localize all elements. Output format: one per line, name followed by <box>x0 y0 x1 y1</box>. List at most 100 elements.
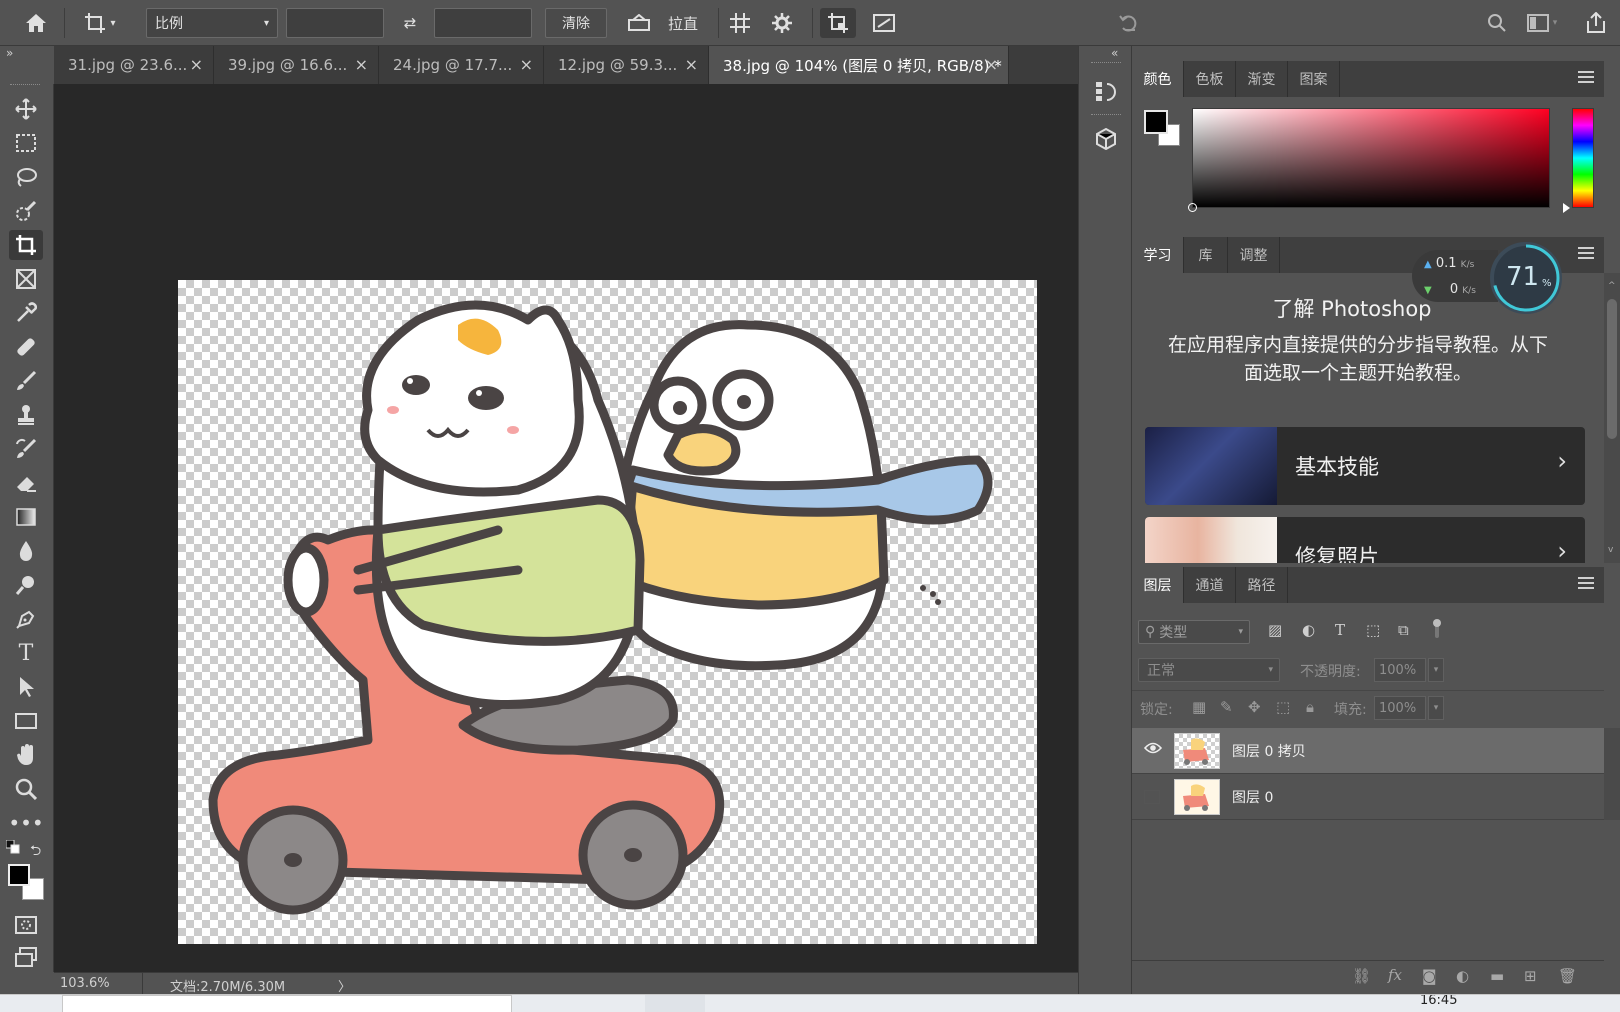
pen-tool-icon[interactable] <box>9 604 43 634</box>
opacity-field[interactable]: 100% <box>1374 658 1426 682</box>
straighten-icon[interactable] <box>622 8 656 38</box>
tab-gradients[interactable]: 渐变 <box>1236 61 1288 97</box>
tab-swatches[interactable]: 色板 <box>1184 61 1236 97</box>
taskbar-app-button[interactable] <box>645 995 705 1012</box>
lock-artboard-icon[interactable]: ⬚ <box>1276 698 1290 716</box>
lock-all-icon[interactable]: 🔒︎ <box>1306 698 1314 716</box>
foreground-color-swatch[interactable] <box>8 864 30 886</box>
home-icon[interactable] <box>18 8 54 38</box>
default-colors-icon[interactable] <box>5 839 20 858</box>
grid-overlay-icon[interactable] <box>722 8 758 38</box>
blend-mode-select[interactable]: 正常 ▾ <box>1138 658 1280 682</box>
filter-toggle-icon[interactable] <box>1432 618 1442 638</box>
document-window[interactable] <box>54 84 1078 972</box>
marquee-tool-icon[interactable] <box>9 128 43 158</box>
layer-filter-select[interactable]: ⚲ 类型 ▾ <box>1138 620 1250 644</box>
rectangle-tool-icon[interactable] <box>9 706 43 736</box>
more-tools-icon[interactable]: ••• <box>8 808 43 838</box>
swap-icon[interactable]: ⇄ <box>396 8 424 38</box>
eraser-tool-icon[interactable] <box>9 468 43 498</box>
fill-field[interactable]: 100% <box>1374 696 1426 720</box>
quick-mask-icon[interactable] <box>9 910 43 940</box>
blur-tool-icon[interactable] <box>9 536 43 566</box>
collapse-panels-icon[interactable]: « <box>1111 46 1118 60</box>
content-aware-icon[interactable] <box>866 8 902 38</box>
eye-icon[interactable] <box>1143 741 1163 759</box>
close-icon[interactable]: × <box>520 55 533 74</box>
trash-icon[interactable]: 🗑︎ <box>1558 967 1577 985</box>
height-field[interactable] <box>434 8 532 38</box>
zoom-tool-icon[interactable] <box>9 774 43 804</box>
screen-mode-icon[interactable] <box>9 942 43 972</box>
canvas[interactable] <box>178 280 1037 944</box>
tab-doc-4[interactable]: 12.jpg @ 59.3... × <box>544 46 709 84</box>
fill-dropdown-icon[interactable]: ▾ <box>1428 696 1444 720</box>
path-select-tool-icon[interactable] <box>9 672 43 702</box>
learn-card-basics[interactable]: 基本技能 › <box>1145 427 1585 505</box>
taskbar-search-box[interactable] <box>62 995 512 1012</box>
workspace-icon[interactable]: ▾ <box>1520 8 1564 38</box>
history-panel-icon[interactable] <box>1093 78 1119 104</box>
dodge-tool-icon[interactable] <box>9 570 43 600</box>
frame-tool-icon[interactable] <box>9 264 43 294</box>
color-panel-swatches[interactable] <box>1144 110 1184 150</box>
hand-tool-icon[interactable] <box>9 740 43 770</box>
filter-pixel-icon[interactable]: ▨ <box>1268 621 1282 639</box>
close-icon[interactable]: × <box>985 55 998 74</box>
gradient-tool-icon[interactable] <box>9 502 43 532</box>
crop-tool-icon[interactable] <box>9 230 43 260</box>
tab-doc-2[interactable]: 39.jpg @ 16.6... × <box>214 46 379 84</box>
crop-preset-icon[interactable]: ▾ <box>76 8 124 38</box>
hue-slider[interactable] <box>1563 108 1594 213</box>
adjustment-layer-icon[interactable]: ◐ <box>1456 967 1469 985</box>
type-tool-icon[interactable]: T <box>9 638 43 668</box>
panel-menu-icon[interactable] <box>1578 247 1594 261</box>
tab-layers[interactable]: 图层 <box>1132 567 1184 603</box>
tab-doc-3[interactable]: 24.jpg @ 17.7... × <box>379 46 544 84</box>
visibility-toggle[interactable] <box>1144 790 1160 804</box>
learn-card-fix-photos[interactable]: 修复照片 › <box>1145 517 1585 563</box>
hue-slider-handle[interactable] <box>1563 203 1570 213</box>
tab-paths[interactable]: 路径 <box>1236 567 1288 603</box>
fx-icon[interactable]: fx <box>1388 966 1402 984</box>
gear-icon[interactable] <box>764 8 800 38</box>
3d-panel-icon[interactable] <box>1093 126 1119 152</box>
straighten-label[interactable]: 拉直 <box>660 8 706 38</box>
close-icon[interactable]: × <box>685 55 698 74</box>
opacity-dropdown-icon[interactable]: ▾ <box>1428 658 1444 682</box>
panel-menu-icon[interactable] <box>1578 577 1594 591</box>
tab-channels[interactable]: 通道 <box>1184 567 1236 603</box>
tab-color[interactable]: 颜色 <box>1132 61 1184 97</box>
healing-brush-tool-icon[interactable] <box>9 332 43 362</box>
search-icon[interactable] <box>1482 8 1512 38</box>
panel-menu-icon[interactable] <box>1578 71 1594 85</box>
foreground-color-swatch[interactable] <box>1144 110 1168 134</box>
quick-select-tool-icon[interactable] <box>9 196 43 226</box>
zoom-level[interactable]: 103.6% <box>60 976 110 991</box>
tab-libraries[interactable]: 库 <box>1184 237 1228 273</box>
status-menu-arrow[interactable]: 〉 <box>338 976 351 995</box>
layer-row[interactable]: 图层 0 拷贝 <box>1132 728 1604 774</box>
delete-cropped-icon[interactable] <box>820 8 856 38</box>
learn-scrollbar[interactable]: ^ v <box>1604 273 1620 563</box>
brush-tool-icon[interactable] <box>9 366 43 396</box>
new-layer-icon[interactable]: ⊞ <box>1524 967 1537 985</box>
filter-adjustment-icon[interactable]: ◐ <box>1302 621 1315 639</box>
lock-transparent-icon[interactable]: ▦ <box>1192 698 1206 716</box>
lock-image-icon[interactable]: ✎ <box>1220 698 1233 716</box>
filter-type-icon[interactable]: T <box>1335 621 1345 639</box>
new-group-icon[interactable]: ▬ <box>1490 967 1504 985</box>
expand-toolbar-icon[interactable]: » <box>6 46 13 60</box>
lock-position-icon[interactable]: ✥ <box>1248 698 1261 716</box>
share-icon[interactable] <box>1580 8 1612 38</box>
lasso-tool-icon[interactable] <box>9 162 43 192</box>
tab-learn[interactable]: 学习 <box>1132 237 1184 273</box>
filter-smart-object-icon[interactable]: ⧉ <box>1398 621 1409 639</box>
swap-colors-icon[interactable]: ⮌ <box>30 840 41 864</box>
reset-icon[interactable] <box>1114 8 1144 38</box>
history-brush-tool-icon[interactable] <box>9 434 43 464</box>
layer-name[interactable]: 图层 0 拷贝 <box>1232 741 1306 761</box>
tab-doc-active[interactable]: 38.jpg @ 104% (图层 0 拷贝, RGB/8) * × <box>709 46 1009 84</box>
layer-row[interactable]: 图层 0 <box>1132 774 1604 820</box>
tab-adjustments[interactable]: 调整 <box>1228 237 1280 273</box>
